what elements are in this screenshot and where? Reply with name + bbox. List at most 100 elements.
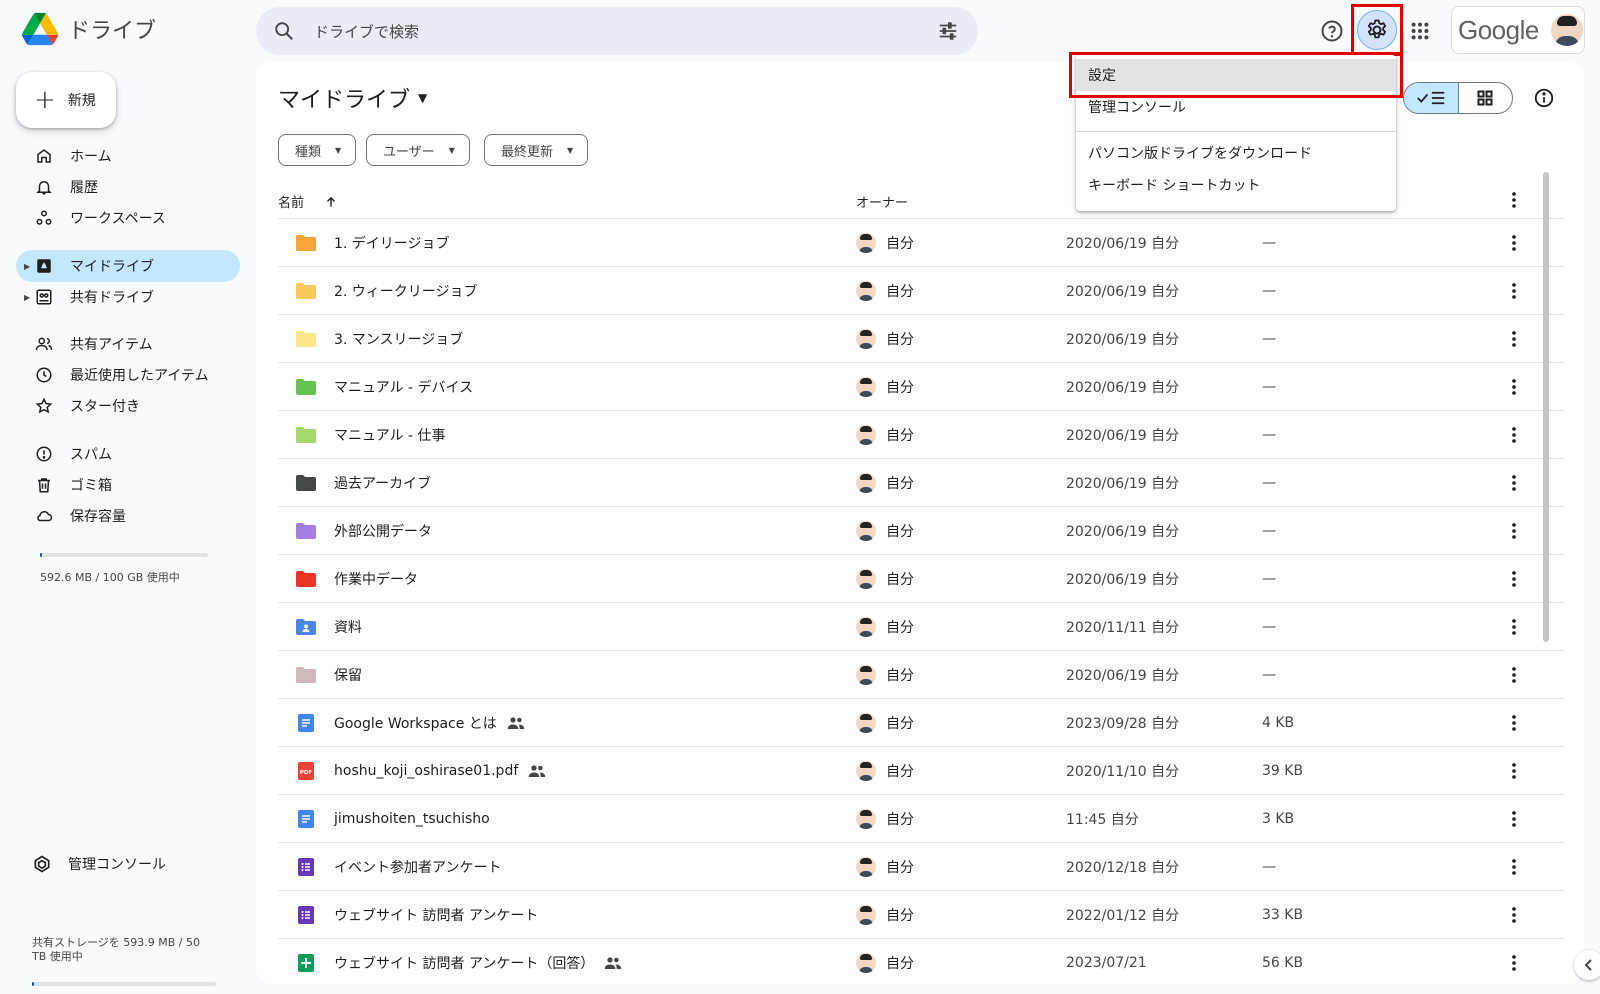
table-row[interactable]: マニュアル - デバイス 自分 2020/06/19 自分 — (278, 362, 1564, 410)
modified-date: 2020/06/19 自分 (1066, 572, 1180, 588)
page-title[interactable]: マイドライブ ▼ (278, 82, 427, 114)
file-size: — (1262, 571, 1276, 587)
sidebar-item-history[interactable]: 履歴 (16, 171, 240, 203)
drive-logo[interactable]: ドライブ (22, 12, 156, 46)
search-input[interactable]: ドライブで検索 (314, 21, 924, 42)
filter-type-chip[interactable]: 種類 ▼ (278, 134, 357, 166)
more-vert-icon[interactable] (1498, 939, 1530, 984)
modified-date: 2020/06/19 自分 (1066, 524, 1180, 540)
gear-icon (1367, 19, 1387, 39)
column-header-owner[interactable]: オーナー (856, 192, 908, 211)
owner-cell: 自分 (856, 603, 914, 651)
owner-cell: 自分 (856, 315, 914, 363)
file-name: ウェブサイト 訪問者 アンケート（回答） (334, 939, 622, 984)
filter-modified-chip[interactable]: 最終更新 ▼ (484, 134, 589, 166)
sidebar-item-spam[interactable]: スパム (16, 438, 240, 470)
table-row[interactable]: 1. デイリージョブ 自分 2020/06/19 自分 — (278, 218, 1564, 266)
more-vert-icon[interactable] (1498, 651, 1530, 699)
settings-button[interactable] (1357, 10, 1397, 50)
account-switcher[interactable]: Google (1451, 6, 1585, 54)
sidebar-item-starred[interactable]: スター付き (16, 390, 240, 422)
sidebar-item-home[interactable]: ホーム (16, 140, 240, 172)
sidebar-item-recent[interactable]: 最近使用したアイテム (16, 359, 240, 391)
sidebar-item-label: マイドライブ (70, 259, 154, 275)
scrollbar[interactable] (1543, 172, 1549, 642)
table-row[interactable]: PDF hoshu_koji_oshirase01.pdf 自分 2020/11/10… (278, 746, 1564, 794)
apps-button[interactable] (1400, 11, 1440, 51)
column-more-button[interactable] (1498, 192, 1530, 208)
more-vert-icon[interactable] (1498, 411, 1530, 459)
modified-date: 2020/06/19 自分 (1066, 668, 1180, 684)
more-vert-icon[interactable] (1498, 267, 1530, 315)
table-row[interactable]: イベント参加者アンケート 自分 2020/12/18 自分 — (278, 842, 1564, 890)
table-row[interactable]: ウェブサイト 訪問者 アンケート 自分 2022/01/12 自分 33 KB (278, 890, 1564, 938)
table-row[interactable]: 作業中データ 自分 2020/06/19 自分 — (278, 554, 1564, 602)
search-options-icon[interactable] (924, 20, 972, 42)
more-vert-icon[interactable] (1498, 843, 1530, 891)
more-vert-icon[interactable] (1498, 555, 1530, 603)
new-button[interactable]: + 新規 (16, 72, 116, 128)
menu-item-download-desktop[interactable]: パソコン版ドライブをダウンロード (1076, 137, 1396, 169)
table-row[interactable]: jimushoiten_tsuchisho 自分 11:45 自分 3 KB (278, 794, 1564, 842)
more-vert-icon[interactable] (1498, 603, 1530, 651)
sidebar-item-workspace[interactable]: ワークスペース (16, 202, 240, 234)
more-vert-icon[interactable] (1498, 459, 1530, 507)
file-name: hoshu_koji_oshirase01.pdf (334, 747, 546, 795)
sidebar-item-admin-console[interactable]: 管理コンソール (14, 848, 238, 880)
grid-view-button[interactable] (1459, 83, 1513, 113)
sidebar-item-storage[interactable]: 保存容量 (16, 500, 240, 532)
more-vert-icon[interactable] (1498, 795, 1530, 843)
dropdown-arrow-icon: ▼ (418, 91, 428, 105)
sidebar-item-trash[interactable]: ゴミ箱 (16, 469, 240, 501)
settings-button-highlight (1351, 4, 1403, 56)
workspace-icon (34, 208, 54, 228)
table-row[interactable]: 3. マンスリージョブ 自分 2020/06/19 自分 — (278, 314, 1564, 362)
avatar (856, 569, 876, 589)
more-vert-icon[interactable] (1498, 507, 1530, 555)
filter-people-chip[interactable]: ユーザー ▼ (366, 134, 470, 166)
sidebar-item-shared-drives[interactable]: ▶ 共有ドライブ (16, 281, 240, 313)
table-row[interactable]: 外部公開データ 自分 2020/06/19 自分 — (278, 506, 1564, 554)
collapse-panel-button[interactable] (1574, 950, 1600, 980)
list-view-button[interactable] (1404, 83, 1459, 113)
table-row[interactable]: ウェブサイト 訪問者 アンケート（回答） 自分 2023/07/21 56 KB (278, 938, 1564, 984)
column-header-name[interactable]: 名前 (278, 192, 338, 211)
sidebar-item-label: 共有ドライブ (70, 290, 154, 306)
table-row[interactable]: Google Workspace とは 自分 2023/09/28 自分 4 KB (278, 698, 1564, 746)
file-name: 作業中データ (334, 572, 418, 588)
expand-caret-icon[interactable]: ▶ (24, 262, 30, 271)
help-button[interactable] (1312, 11, 1352, 51)
file-name: イベント参加者アンケート (334, 860, 502, 876)
modified-date: 11:45 自分 (1066, 812, 1139, 828)
search-icon[interactable] (260, 20, 308, 42)
file-size: — (1262, 379, 1276, 395)
table-row[interactable]: 資料 自分 2020/11/11 自分 — (278, 602, 1564, 650)
menu-item-keyboard-shortcuts[interactable]: キーボード ショートカット (1076, 169, 1396, 201)
avatar (856, 809, 876, 829)
file-name: ウェブサイト 訪問者 アンケート (334, 908, 539, 924)
details-button[interactable] (1528, 82, 1560, 114)
more-vert-icon[interactable] (1498, 363, 1530, 411)
table-row[interactable]: マニュアル - 仕事 自分 2020/06/19 自分 — (278, 410, 1564, 458)
expand-caret-icon[interactable]: ▶ (24, 293, 30, 302)
owner-cell: 自分 (856, 939, 914, 984)
more-vert-icon[interactable] (1498, 699, 1530, 747)
more-vert-icon[interactable] (1498, 315, 1530, 363)
sidebar-item-shared-with-me[interactable]: 共有アイテム (16, 328, 240, 360)
more-vert-icon[interactable] (1498, 891, 1530, 939)
sidebar-item-label: 保存容量 (70, 509, 126, 525)
sidebar-item-my-drive[interactable]: ▶ マイドライブ (16, 250, 240, 282)
table-row[interactable]: 過去アーカイブ 自分 2020/06/19 自分 — (278, 458, 1564, 506)
dropdown-arrow-icon: ▼ (335, 145, 342, 155)
table-row[interactable]: 保留 自分 2020/06/19 自分 — (278, 650, 1564, 698)
shared-icon (507, 716, 525, 730)
table-row[interactable]: 2. ウィークリージョブ 自分 2020/06/19 自分 — (278, 266, 1564, 314)
owner-cell: 自分 (856, 651, 914, 699)
more-vert-icon[interactable] (1498, 747, 1530, 795)
file-size: — (1262, 859, 1276, 875)
search-bar[interactable]: ドライブで検索 (256, 7, 978, 55)
avatar (856, 905, 876, 925)
more-vert-icon[interactable] (1498, 219, 1530, 267)
file-size: — (1262, 667, 1276, 683)
avatar[interactable] (1550, 14, 1583, 46)
